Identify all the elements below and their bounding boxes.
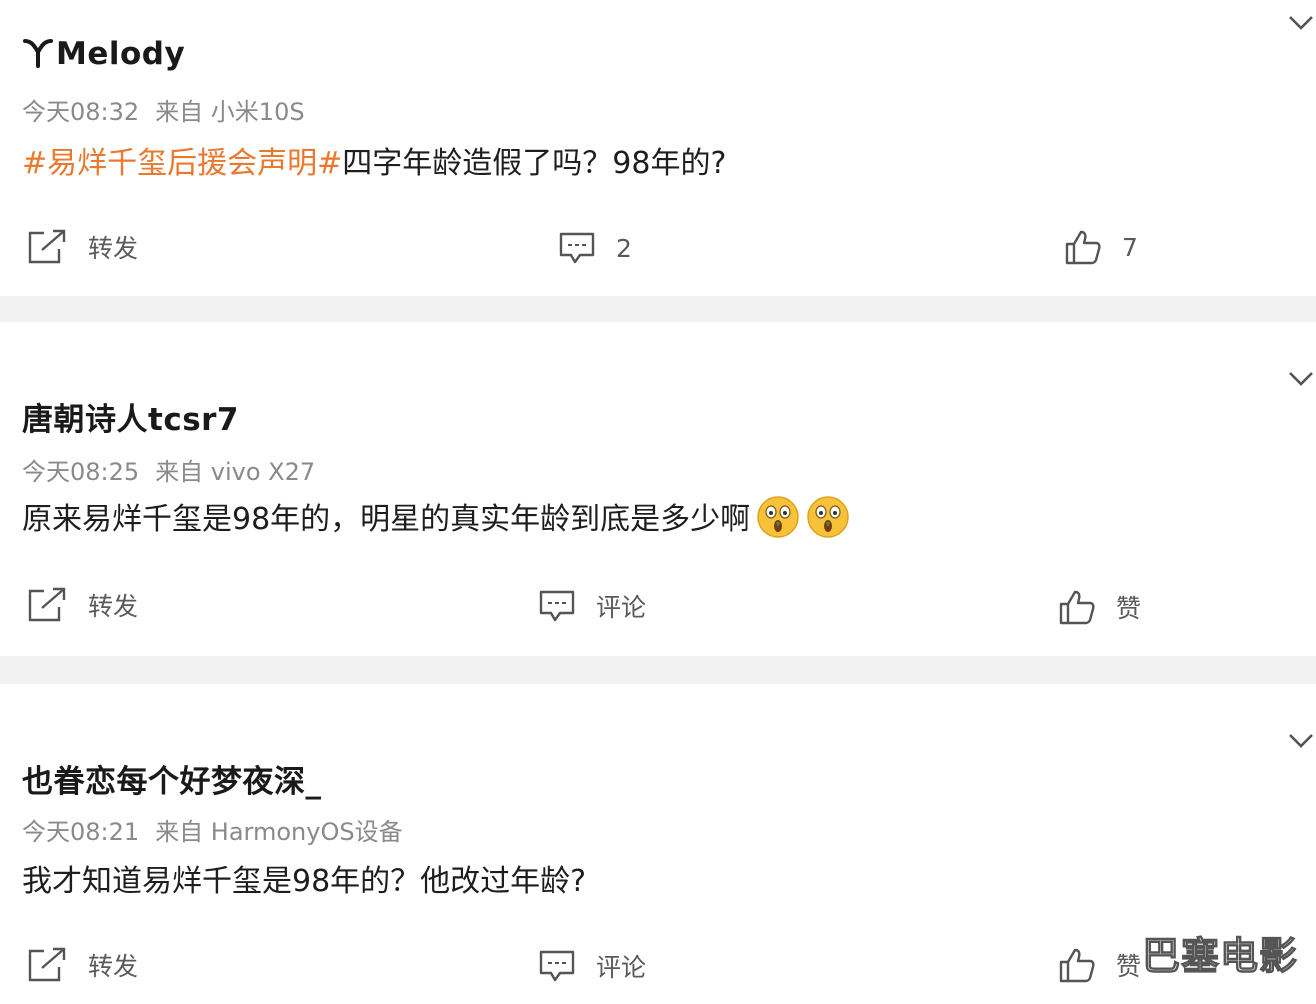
post-content: 原来易烊千玺是98年的，明星的真实年龄到底是多少啊 [22, 502, 751, 537]
like-button[interactable]: 赞 [1058, 946, 1141, 984]
astonished-emoji-icon [807, 496, 849, 538]
post-content: 四字年龄造假了吗？98年的? [342, 146, 727, 181]
thumbs-up-icon [1065, 230, 1101, 265]
comment-label: 评论 [596, 593, 647, 622]
watermark: 巴塞电影 [1141, 933, 1298, 978]
post-source: 来自 小米10S [155, 98, 305, 126]
post-meta: 今天08:21 来自 HarmonyOS设备 [22, 812, 403, 847]
repost-icon [28, 587, 66, 622]
repost-label: 转发 [88, 952, 139, 981]
repost-icon [28, 229, 66, 264]
post-source: 来自 HarmonyOS设备 [155, 818, 403, 846]
comment-label: 评论 [596, 953, 647, 982]
post-text: 我才知道易烊千玺是98年的？他改过年龄? [22, 856, 586, 900]
like-label: 赞 [1116, 952, 1142, 981]
post-text: #易烊千玺后援会声明#四字年龄造假了吗？98年的? [22, 138, 726, 182]
comment-button[interactable]: 2 [558, 230, 632, 266]
repost-button[interactable]: 转发 [26, 228, 138, 266]
username[interactable]: Melody [22, 36, 185, 72]
y-logo-icon [23, 39, 53, 68]
comment-icon [559, 232, 595, 264]
like-count: 7 [1122, 232, 1138, 262]
repost-button[interactable]: 转发 [26, 946, 138, 984]
repost-button[interactable]: 转发 [26, 586, 138, 624]
post-card: 也眷恋每个好梦夜深_ 今天08:21 来自 HarmonyOS设备 我才知道易烊千… [0, 684, 1316, 1004]
like-button[interactable]: 赞 [1058, 588, 1141, 626]
like-label: 赞 [1116, 594, 1142, 623]
post-time: 今天08:25 [22, 458, 140, 486]
topic-link[interactable]: #易烊千玺后援会声明# [22, 146, 342, 181]
post-card: 唐朝诗人tcsr7 今天08:25 来自 vivo X27 原来易烊千玺是98年的… [0, 322, 1316, 656]
post-time: 今天08:21 [22, 818, 140, 846]
astonished-emoji-icon [757, 496, 799, 538]
comment-button[interactable]: 评论 [538, 948, 646, 984]
post-card: Melody 今天08:32 来自 小米10S #易烊千玺后援会声明#四字年龄造假… [0, 0, 1316, 296]
username[interactable]: 也眷恋每个好梦夜深_ [22, 756, 322, 801]
post-content: 我才知道易烊千玺是98年的？他改过年龄? [22, 864, 587, 899]
chevron-down-icon[interactable] [1288, 14, 1314, 32]
post-meta: 今天08:32 来自 小米10S [22, 92, 305, 127]
post-meta: 今天08:25 来自 vivo X27 [22, 452, 315, 487]
like-button[interactable]: 7 [1064, 228, 1138, 266]
repost-icon [28, 947, 66, 982]
repost-label: 转发 [88, 234, 139, 263]
comment-icon [539, 950, 575, 982]
post-time: 今天08:32 [22, 98, 140, 126]
comment-button[interactable]: 评论 [538, 588, 646, 624]
chevron-down-icon[interactable] [1288, 732, 1314, 750]
post-source: 来自 vivo X27 [155, 458, 316, 486]
post-text: 原来易烊千玺是98年的，明星的真实年龄到底是多少啊 [22, 494, 850, 539]
repost-label: 转发 [88, 592, 139, 621]
thumbs-up-icon [1059, 590, 1095, 625]
thumbs-up-icon [1059, 948, 1095, 983]
comment-count: 2 [616, 233, 632, 263]
comment-icon [539, 590, 575, 622]
username[interactable]: 唐朝诗人tcsr7 [22, 394, 239, 439]
chevron-down-icon[interactable] [1288, 370, 1314, 388]
